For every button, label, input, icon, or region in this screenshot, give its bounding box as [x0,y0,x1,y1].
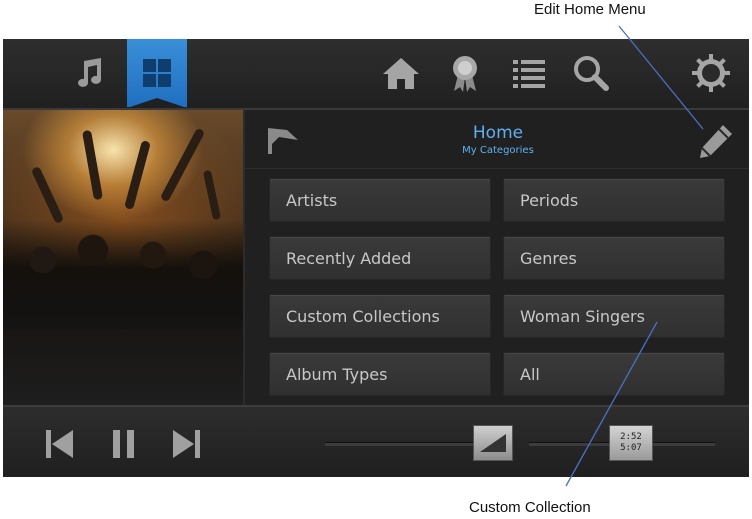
elapsed-time: 2:52 [620,432,642,442]
category-recently-added[interactable]: Recently Added [269,236,491,280]
page-subtitle: My Categories [462,145,534,156]
pause-icon[interactable] [107,427,141,461]
music-app-window: Home My Categories Artists Periods Recen… [3,39,749,477]
category-all[interactable]: All [503,352,725,396]
volume-track[interactable] [325,442,473,446]
list-icon[interactable] [507,51,551,95]
grid-icon [135,51,179,95]
edit-pencil-icon[interactable] [697,122,735,160]
category-album-types[interactable]: Album Types [269,352,491,396]
award-icon[interactable] [443,51,487,95]
annotation-custom-collection: Custom Collection [469,499,591,516]
categories-panel: Home My Categories Artists Periods Recen… [243,110,749,405]
playback-position-handle[interactable]: 2:52 5:07 [609,425,653,461]
category-artists[interactable]: Artists [269,178,491,222]
search-icon[interactable] [569,51,613,95]
previous-track-icon[interactable] [43,427,77,461]
category-genres[interactable]: Genres [503,236,725,280]
progress-track-right[interactable] [653,442,715,446]
total-time: 5:07 [620,443,642,453]
category-periods[interactable]: Periods [503,178,725,222]
grid-tab-active[interactable] [127,39,187,108]
home-icon[interactable] [379,51,423,95]
progress-track-left[interactable] [529,442,609,446]
category-custom-collections[interactable]: Custom Collections [269,294,491,338]
top-navigation-bar [3,39,749,110]
player-controls-bar: 2:52 5:07 [3,405,749,477]
gear-icon[interactable] [689,51,733,95]
page-title: Home [472,123,524,143]
music-note-icon[interactable] [67,51,111,95]
panel-header: Home My Categories [245,110,749,169]
album-art-image [3,110,243,405]
category-woman-singers[interactable]: Woman Singers [503,294,725,338]
next-track-icon[interactable] [169,427,203,461]
annotation-edit-home-menu: Edit Home Menu [534,1,646,18]
volume-slider-handle[interactable] [473,425,513,461]
